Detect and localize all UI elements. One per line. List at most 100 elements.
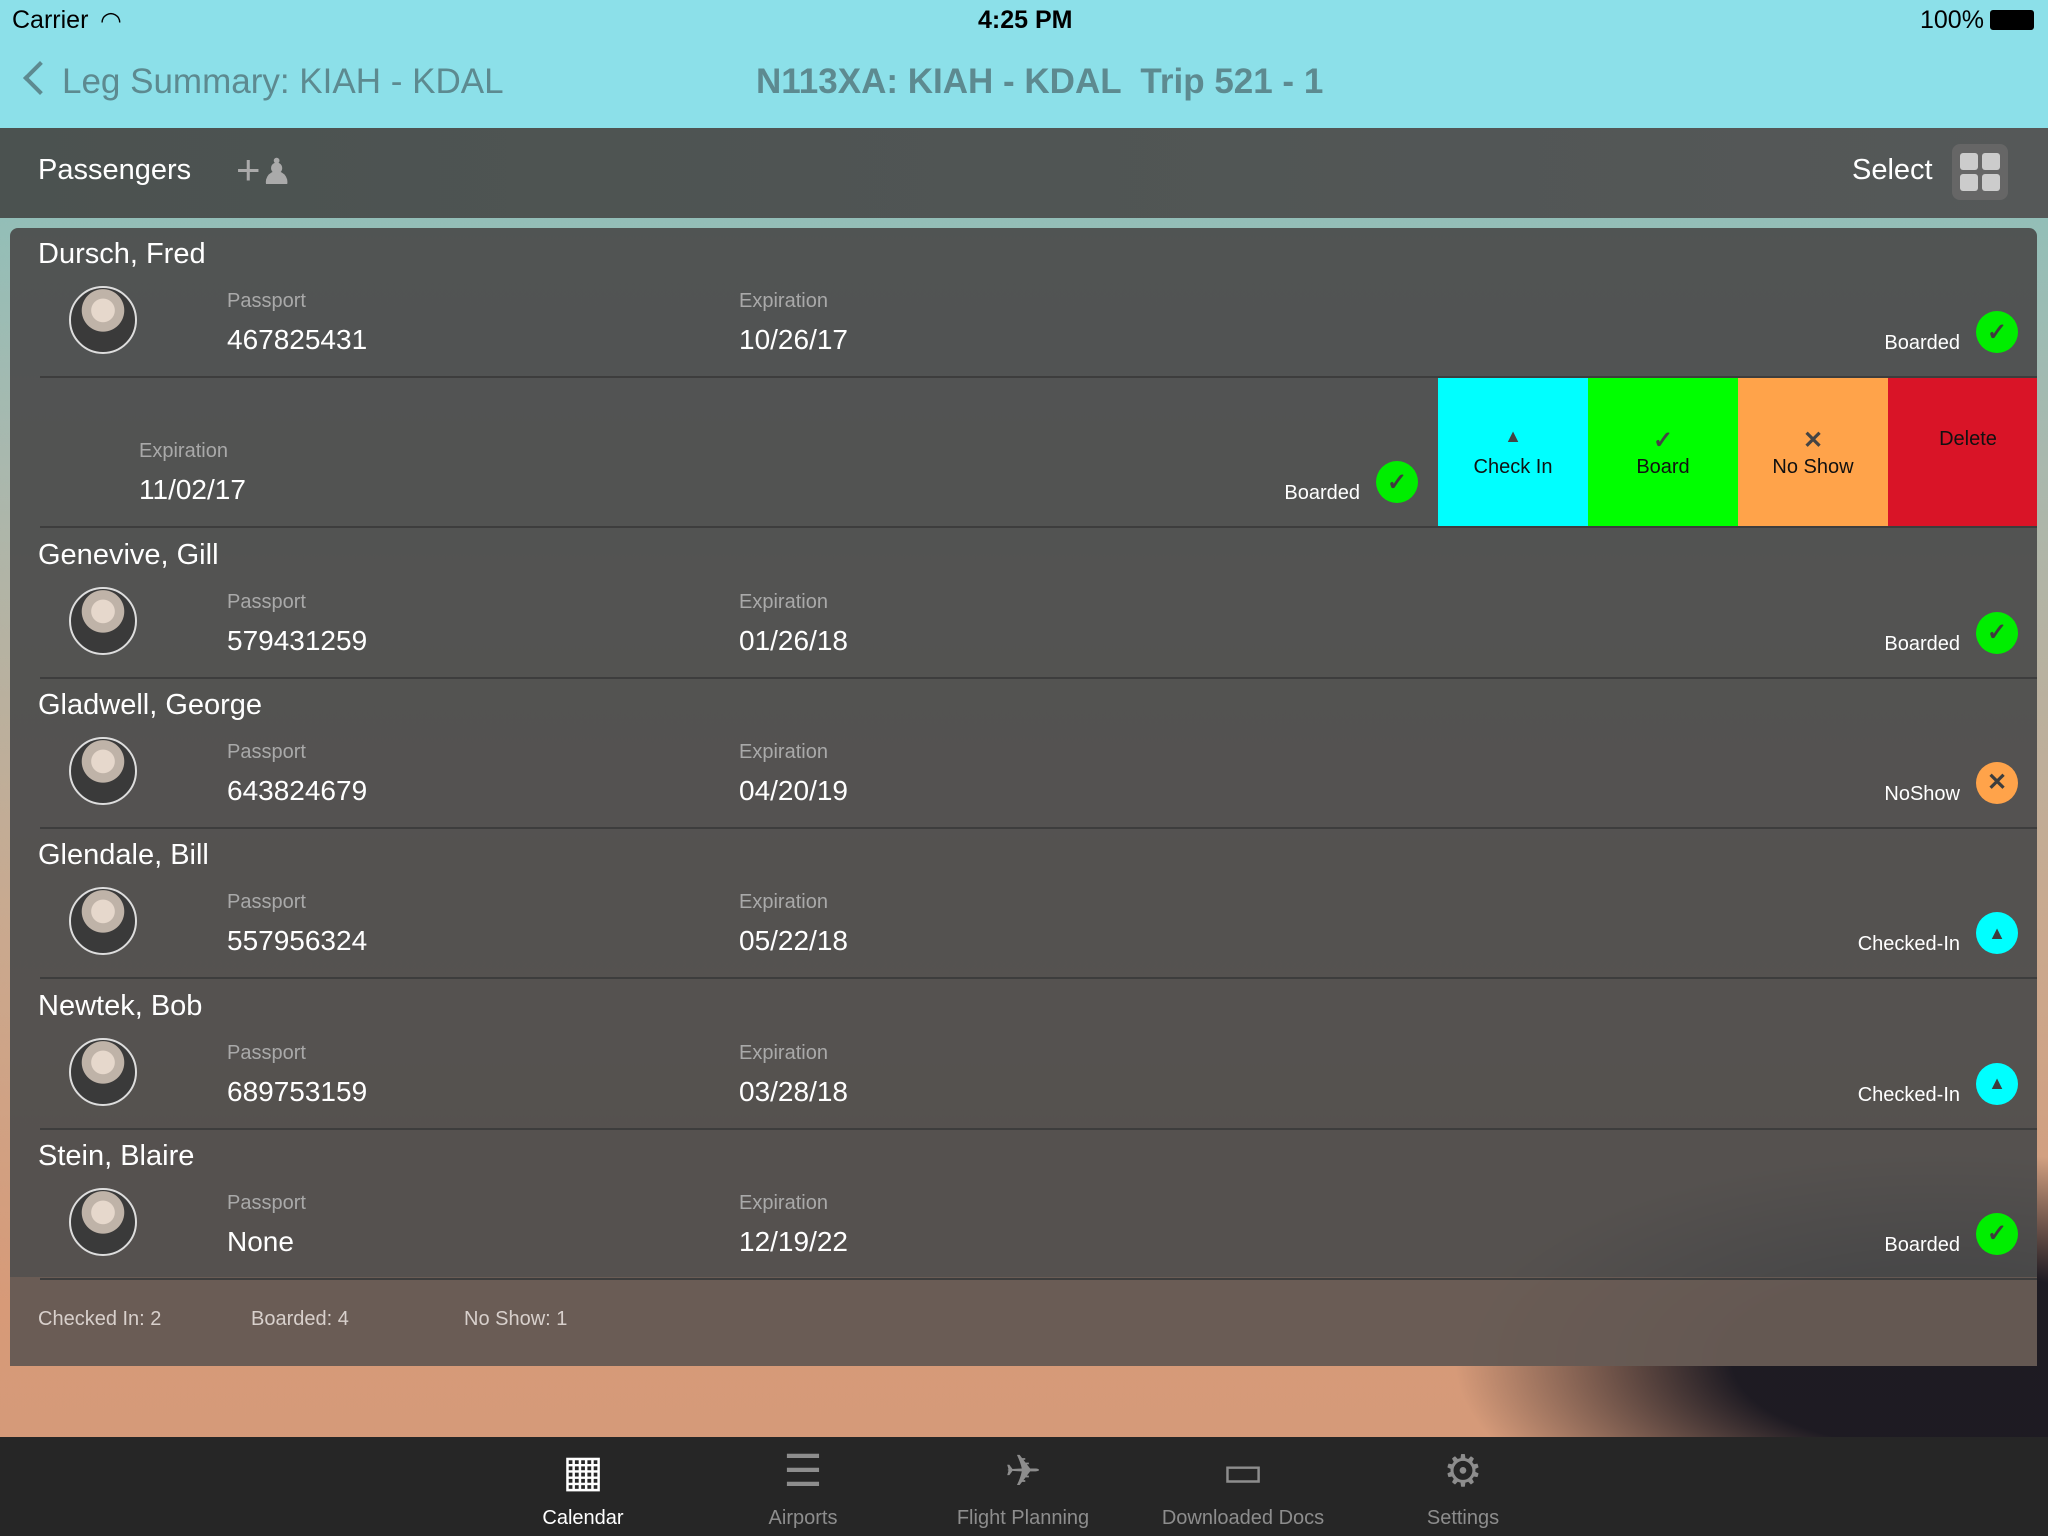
status-label: Checked-In (1857, 933, 1960, 956)
check-icon: ✓ (1376, 461, 1418, 504)
status-label: Boarded (1284, 482, 1360, 505)
x-icon: ✕ (1976, 761, 2018, 804)
summary-footer: Checked In: 2 Boarded: 4 No Show: 1 (10, 1277, 2037, 1366)
avatar (69, 1187, 137, 1256)
expiration-label: Expiration (739, 740, 828, 763)
tab-label: Airports (768, 1507, 838, 1529)
tab-airports[interactable]: ☰ Airports (703, 1437, 903, 1536)
bell-icon: ▲ (1504, 425, 1522, 446)
tab-flight-planning[interactable]: ✈ Flight Planning (923, 1437, 1123, 1536)
status-label: NoShow (1884, 782, 1960, 805)
table-row[interactable]: Gladwell, George Passport 643824679 Expirat… (10, 679, 2037, 829)
expiration-date: 01/26/18 (739, 624, 848, 656)
passenger-name: Stein, Blaire (38, 1139, 195, 1172)
delete-button[interactable]: Delete (1888, 378, 2037, 527)
tab-label: Downloaded Docs (1161, 1507, 1325, 1529)
expiration-date: 03/28/18 (739, 1075, 848, 1107)
expiration-label: Expiration (739, 891, 828, 914)
passenger-name: Newtek, Bob (38, 989, 203, 1022)
tab-calendar[interactable]: ▦ Calendar (483, 1437, 683, 1536)
passenger-name: Genevive, Gill (38, 538, 219, 571)
battery-icon (1990, 10, 2034, 30)
expiration-date: 12/19/22 (739, 1225, 848, 1257)
table-row[interactable]: Newtek, Bob Passport 689753159 Expiration 03… (10, 980, 2037, 1130)
tab-label: Calendar (542, 1507, 624, 1529)
avatar (69, 736, 137, 805)
action-label: Board (1636, 455, 1690, 478)
passport-label: Passport (227, 1191, 306, 1214)
passport-label: Passport (227, 290, 306, 312)
section-title: Passengers (38, 154, 192, 186)
bell-icon: ▲ (1976, 1062, 2018, 1105)
check-icon: ✓ (1652, 426, 1674, 454)
action-label: No Show (1772, 455, 1854, 478)
folder-icon: ▭ (1222, 1447, 1264, 1496)
airplane-icon: ✈ (1004, 1447, 1042, 1496)
list-icon: ☰ (783, 1447, 823, 1496)
check-icon: ✓ (1976, 1212, 2018, 1255)
grid-icon (1982, 174, 2000, 191)
tab-label: Flight Planning (956, 1507, 1090, 1529)
passenger-name: Glendale, Bill (38, 839, 209, 872)
status-label: Checked-In (1857, 1083, 1960, 1106)
table-row[interactable]: Stein, Blaire Passport None Expiration 12/19… (10, 1130, 2037, 1280)
status-label: Boarded (1884, 332, 1960, 354)
grid-icon (1960, 153, 1978, 170)
add-passenger-button[interactable]: +♟ (236, 146, 293, 194)
tab-settings[interactable]: ⚙ Settings (1363, 1437, 1563, 1536)
calendar-icon: ▦ (562, 1447, 604, 1496)
table-row[interactable]: Genevive, Gill Passport 579431259 Expiratio… (10, 529, 2037, 679)
grid-icon (1960, 174, 1978, 191)
gear-icon: ⚙ (1443, 1447, 1483, 1496)
action-label: Check In (1473, 455, 1553, 478)
carrier-label: Carrier (12, 6, 89, 34)
tab-bar: ▦ Calendar ☰ Airports ✈ Flight Planning ▭ Downl… (0, 1437, 2048, 1536)
page-title: N113XA: KIAH - KDAL Trip 521 - 1 (756, 62, 1324, 101)
board-button[interactable]: ✓ Board (1588, 378, 1738, 527)
check-icon: ✓ (1976, 611, 2018, 654)
table-row[interactable]: Dursch, Fred Passport 467825431 Expiration 1… (10, 228, 2037, 378)
expiration-date: 10/26/17 (739, 324, 848, 355)
expiration-label: Expiration (139, 440, 228, 463)
expiration-label: Expiration (739, 1191, 828, 1214)
no-show-button[interactable]: ✕ No Show (1738, 378, 1888, 527)
avatar (69, 286, 137, 354)
passenger-list: Checked In: 2 Boarded: 4 No Show: 1 Durs… (10, 228, 2037, 1366)
chevron-left-icon (23, 61, 57, 95)
table-row[interactable]: Expiration 11/02/17 Boarded ✓ ▲ Check In ✓ Boar… (10, 378, 2037, 529)
top-bar: Carrier ◠ 4:25 PM 100% Leg Summary: KIAH… (0, 0, 2048, 128)
passengers-header: Passengers +♟ Select (0, 128, 2048, 218)
avatar (69, 887, 137, 956)
action-label: Delete (1939, 427, 1997, 450)
expiration-date: 04/20/19 (739, 774, 848, 806)
passport-label: Passport (227, 1041, 306, 1064)
checked-in-count: Checked In: 2 (38, 1308, 162, 1330)
wifi-icon: ◠ (100, 7, 122, 35)
passport-number: 579431259 (227, 624, 368, 656)
row-divider (40, 1277, 2037, 1280)
no-show-count: No Show: 1 (464, 1308, 568, 1330)
passenger-name: Gladwell, George (38, 688, 263, 721)
avatar (69, 586, 137, 655)
expiration-label: Expiration (739, 590, 828, 613)
passport-number: 643824679 (227, 774, 368, 806)
passport-number: 557956324 (227, 925, 368, 957)
passport-number: 689753159 (227, 1075, 368, 1107)
avatar (69, 1037, 137, 1106)
expiration-date: 05/22/18 (739, 925, 848, 957)
passport-label: Passport (227, 891, 306, 914)
person-icon: ♟ (260, 151, 293, 192)
select-button[interactable]: Select (1852, 154, 1933, 187)
clock: 4:25 PM (978, 6, 1073, 34)
check-icon: ✓ (1976, 311, 2018, 353)
check-in-button[interactable]: ▲ Check In (1438, 378, 1588, 527)
status-label: Boarded (1884, 632, 1960, 655)
expiration-label: Expiration (739, 1041, 828, 1064)
passport-label: Passport (227, 740, 306, 763)
grid-view-button[interactable] (1952, 144, 2008, 200)
tab-downloaded-docs[interactable]: ▭ Downloaded Docs (1143, 1437, 1343, 1536)
table-row[interactable]: Glendale, Bill Passport 557956324 Expiratio… (10, 829, 2037, 980)
passport-number: 467825431 (227, 324, 368, 355)
passport-label: Passport (227, 590, 306, 613)
passport-number: None (227, 1225, 294, 1257)
